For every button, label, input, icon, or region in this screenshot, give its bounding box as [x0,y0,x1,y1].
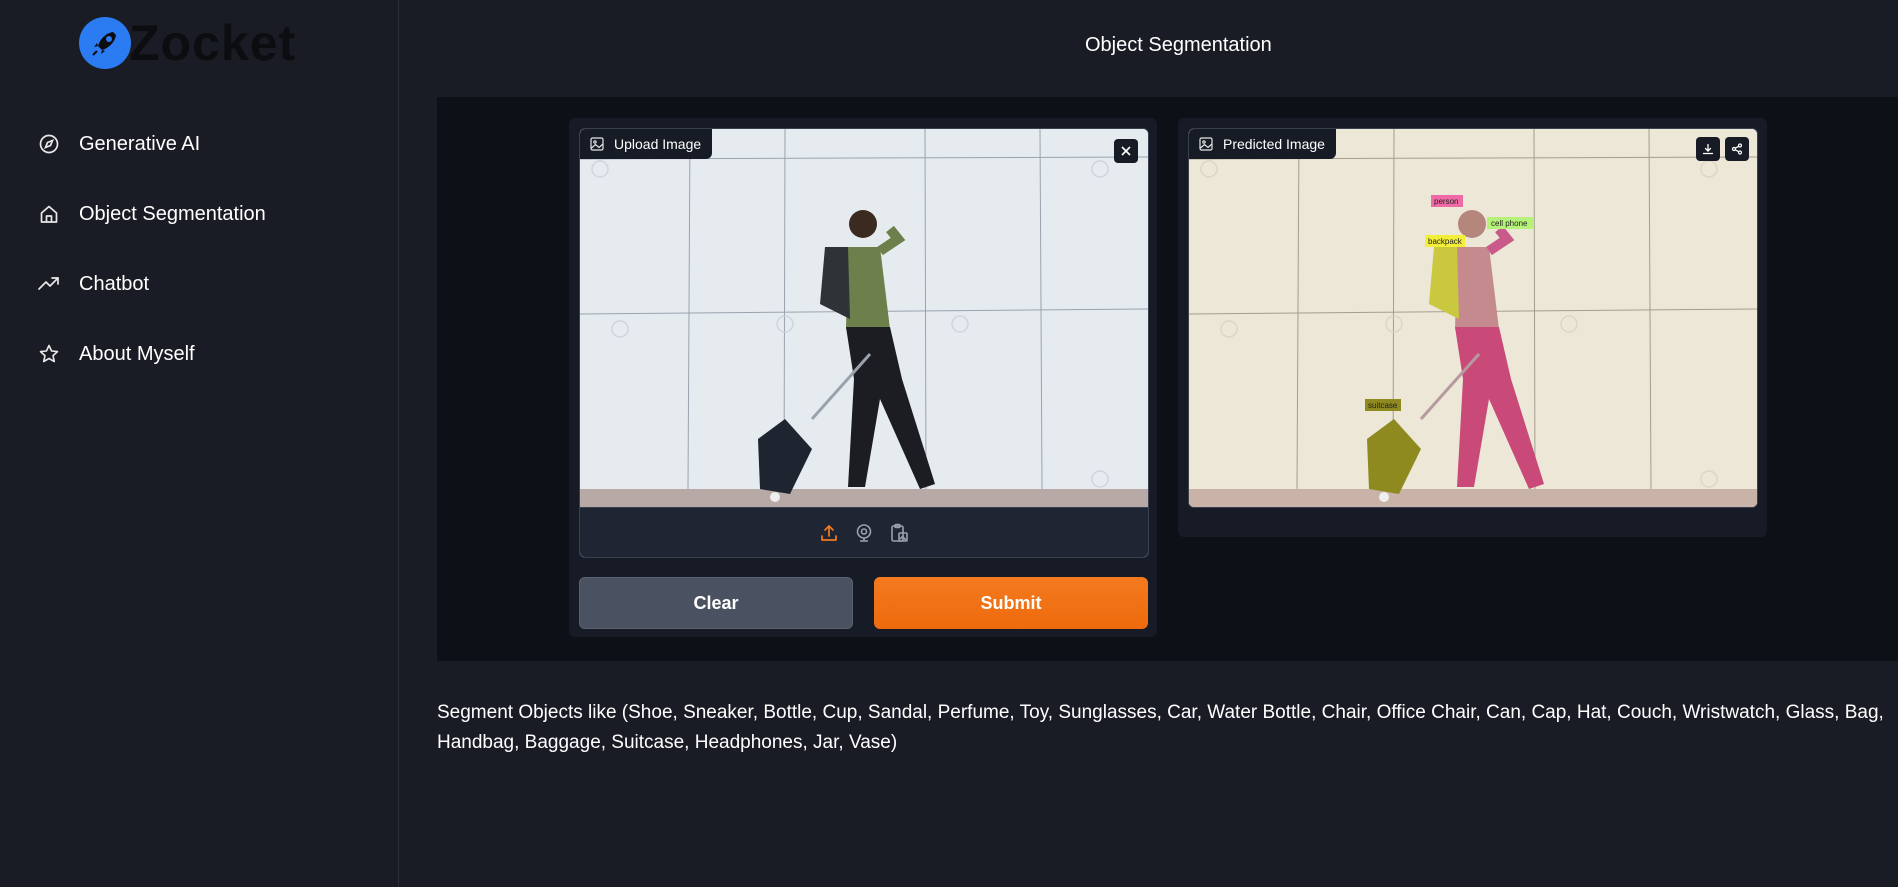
star-icon [38,343,60,365]
sidebar-item-chatbot[interactable]: Chatbot [38,249,266,319]
sidebar-item-label: Generative AI [79,132,201,155]
supported-objects-description: Segment Objects like (Shoe, Sneaker, Bot… [437,702,1884,753]
predicted-image-label-text: Predicted Image [1223,136,1325,152]
predicted-photo [1189,129,1757,507]
clear-button[interactable]: Clear [579,577,853,629]
sidebar-nav: Generative AI Object Segmentation Chatbo… [38,109,266,389]
sidebar-item-label: About Myself [79,342,195,365]
share-button[interactable] [1725,137,1749,161]
brand-logo[interactable]: Zocket [79,16,296,70]
detection-tag-cell-phone: cell phone [1491,219,1528,228]
close-button[interactable] [1114,139,1138,163]
rocket-icon [79,17,131,69]
uploaded-photo [580,129,1148,507]
image-icon [1199,137,1213,151]
predicted-image-box: person cell phone backpack suitcase Pred… [1188,128,1758,508]
sidebar-item-about-myself[interactable]: About Myself [38,319,266,389]
sidebar-item-generative-ai[interactable]: Generative AI [38,109,266,179]
upload-image-dropzone[interactable]: Upload Image [579,128,1149,558]
upload-source-bar [580,507,1148,557]
upload-block: Upload Image Clear Submit [569,118,1157,637]
main-panel: Upload Image Clear Submit person cell ph… [437,97,1898,661]
download-icon [1702,143,1714,155]
sidebar-item-label: Object Segmentation [79,202,266,225]
sidebar-item-object-segmentation[interactable]: Object Segmentation [38,179,266,249]
submit-button[interactable]: Submit [874,577,1148,629]
trending-up-icon [38,273,60,295]
upload-image-label: Upload Image [580,129,713,159]
sidebar: Zocket Generative AI Object Segmentation [0,0,399,887]
share-icon [1731,143,1743,155]
upload-image-label-text: Upload Image [614,136,702,152]
sidebar-item-label: Chatbot [79,272,150,295]
brand-name: Zocket [129,15,297,71]
close-icon [1121,146,1131,156]
clipboard-paste-icon[interactable] [887,521,911,545]
webcam-icon[interactable] [852,521,876,545]
detection-tag-person: person [1434,197,1459,206]
compass-icon [38,133,60,155]
home-icon [38,203,60,225]
predicted-image-label: Predicted Image [1189,129,1336,159]
predicted-block: person cell phone backpack suitcase Pred… [1178,118,1767,537]
page-title: Object Segmentation [1085,34,1272,56]
download-button[interactable] [1696,137,1720,161]
detection-tag-suitcase: suitcase [1368,401,1398,410]
image-icon [590,137,604,151]
upload-icon[interactable] [817,521,841,545]
detection-tag-backpack: backpack [1428,237,1462,246]
